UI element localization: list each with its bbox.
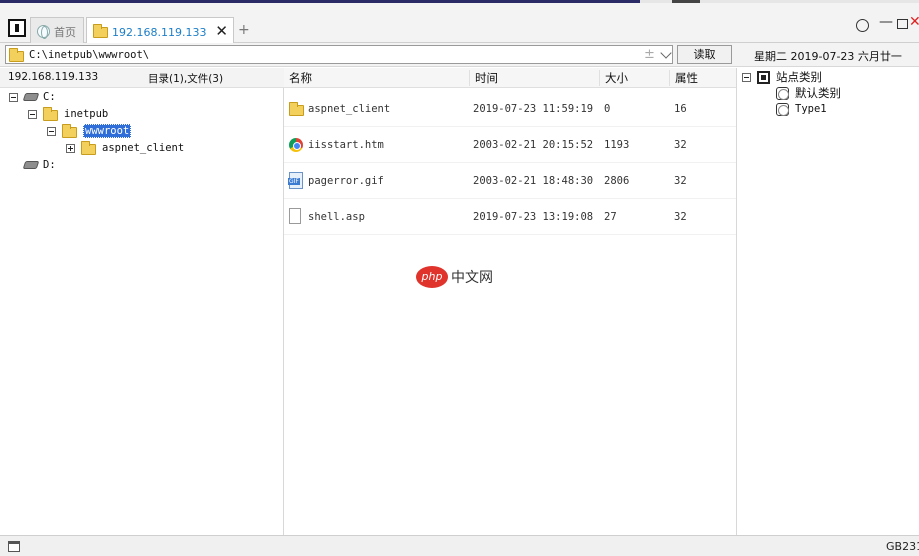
column-header-size[interactable]: 大小 (599, 70, 669, 86)
watermark-text: 中文网 (451, 270, 493, 286)
site-category-panel: 站点类别 默认类别 Type1 (736, 68, 919, 535)
maximize-button[interactable] (897, 19, 908, 29)
file-list-panel: 名称 时间 大小 属性 aspnet_client 2019-07-23 11:… (284, 68, 736, 535)
window-icon[interactable] (8, 541, 20, 552)
file-row[interactable]: shell.asp 2019-07-23 13:19:08 27 32 (284, 199, 736, 235)
file-time: 2003-02-21 20:15:52 (473, 139, 594, 151)
php-logo-icon: php (416, 266, 448, 288)
minimize-button[interactable]: — (879, 14, 893, 30)
tree-node-label: inetpub (64, 108, 109, 120)
folder-icon (93, 23, 108, 38)
tab-connection[interactable]: 192.168.119.133 ✕ (86, 17, 234, 46)
category-label: 默认类别 (795, 86, 841, 100)
read-button[interactable]: 读取 (677, 45, 732, 64)
file-attr: 16 (674, 103, 687, 115)
file-size: 1193 (604, 139, 630, 151)
category-icon (776, 86, 789, 100)
tree-node-c-drive[interactable]: C: (9, 89, 56, 105)
globe-icon (37, 25, 50, 39)
file-list-header: 名称 时间 大小 属性 (284, 68, 736, 88)
date-display: 星期二 2019-07-23 六月廿一 (754, 50, 902, 63)
tree-node-wwwroot[interactable]: wwwroot (47, 123, 132, 139)
file-time: 2019-07-23 11:59:19 (473, 103, 594, 115)
tree-node-label: D: (43, 159, 56, 171)
file-size: 27 (604, 211, 617, 223)
collapse-toggle-icon[interactable] (9, 92, 18, 102)
file-name: aspnet_client (308, 103, 391, 115)
app-logo-icon[interactable] (8, 19, 26, 37)
file-time: 2003-02-21 18:48:30 (473, 175, 594, 187)
tree-node-inetpub[interactable]: inetpub (28, 106, 108, 122)
open-folder-icon (62, 124, 77, 138)
file-time: 2019-07-23 13:19:08 (473, 211, 594, 223)
category-root[interactable]: 站点类别 (742, 69, 822, 85)
file-attr: 32 (674, 211, 687, 223)
file-row[interactable]: aspnet_client 2019-07-23 11:59:19 0 16 (284, 91, 736, 127)
path-text: C:\inetpub\wwwroot\ (29, 48, 150, 61)
category-item[interactable]: 默认类别 (776, 85, 841, 101)
drive-icon (22, 161, 40, 169)
folder-icon (289, 102, 304, 116)
add-tab-button[interactable]: + (238, 22, 250, 38)
collapse-toggle-icon[interactable] (28, 109, 37, 119)
drive-icon (22, 93, 40, 101)
path-input[interactable]: C:\inetpub\wwwroot\ ± (5, 45, 673, 64)
gif-file-icon (288, 172, 303, 189)
folder-icon (9, 47, 24, 62)
file-name: pagerror.gif (308, 175, 384, 187)
file-row[interactable]: pagerror.gif 2003-02-21 18:48:30 2806 32 (284, 163, 736, 199)
tree-header: 192.168.119.133 目录(1),文件(3) (0, 68, 284, 88)
tab-home-label: 首页 (54, 25, 76, 39)
tab-connection-label: 192.168.119.133 (112, 25, 207, 39)
item-counts: 目录(1),文件(3) (148, 73, 224, 85)
file-name: shell.asp (308, 211, 365, 223)
encoding-label: GB2312 (886, 540, 919, 553)
category-label: Type1 (795, 103, 827, 115)
folder-icon (43, 107, 58, 121)
tab-bar: 首页 192.168.119.133 ✕ + — ✕ (0, 3, 919, 46)
collapse-toggle-icon[interactable] (47, 126, 56, 136)
column-header-name[interactable]: 名称 (284, 70, 469, 86)
chrome-icon (289, 138, 303, 152)
tree-node-d-drive[interactable]: D: (22, 157, 56, 173)
file-attr: 32 (674, 175, 687, 187)
file-attr: 32 (674, 139, 687, 151)
add-bookmark-icon[interactable]: ± (644, 47, 655, 62)
category-item[interactable]: Type1 (776, 101, 827, 117)
close-window-button[interactable]: ✕ (909, 14, 919, 30)
tab-close-icon[interactable]: ✕ (215, 22, 228, 40)
site-category-icon (757, 70, 770, 84)
tree-node-aspnet-client[interactable]: aspnet_client (66, 140, 184, 156)
file-size: 0 (604, 103, 611, 115)
category-icon (776, 102, 789, 116)
document-icon (289, 208, 301, 224)
folder-icon (81, 141, 96, 155)
tab-home[interactable]: 首页 (30, 17, 84, 45)
address-bar: C:\inetpub\wwwroot\ ± 读取 星期二 2019-07-23 … (0, 43, 919, 67)
chevron-down-icon[interactable] (660, 47, 672, 59)
watermark: php 中文网 (416, 266, 493, 288)
collapse-toggle-icon[interactable] (742, 72, 751, 82)
status-bar: GB2312 (0, 535, 919, 556)
tree-node-label-selected: wwwroot (83, 124, 132, 138)
pin-circle-icon[interactable] (856, 19, 869, 32)
directory-tree-panel: 192.168.119.133 目录(1),文件(3) C: inetpub w… (0, 68, 284, 535)
column-header-attr[interactable]: 属性 (669, 70, 736, 86)
file-name: iisstart.htm (308, 139, 384, 151)
tree-node-label: C: (43, 91, 56, 103)
file-row[interactable]: iisstart.htm 2003-02-21 20:15:52 1193 32 (284, 127, 736, 163)
host-ip: 192.168.119.133 (8, 71, 99, 83)
column-header-time[interactable]: 时间 (469, 70, 599, 86)
tree-node-label: aspnet_client (102, 142, 185, 154)
file-size: 2806 (604, 175, 630, 187)
expand-toggle-icon[interactable] (66, 143, 75, 153)
category-root-label: 站点类别 (776, 70, 822, 84)
